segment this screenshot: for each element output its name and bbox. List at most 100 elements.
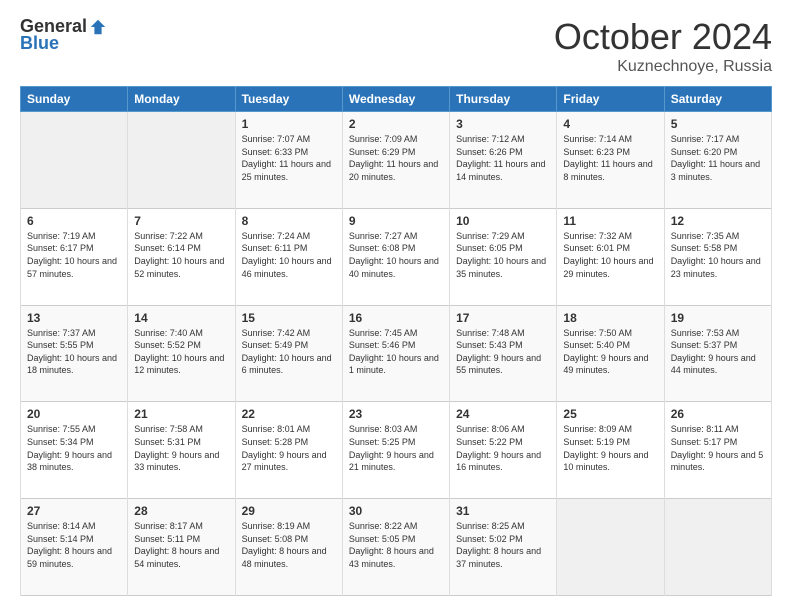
day-info: Sunrise: 8:09 AM Sunset: 5:19 PM Dayligh… — [563, 423, 657, 473]
calendar-cell: 5Sunrise: 7:17 AM Sunset: 6:20 PM Daylig… — [664, 112, 771, 209]
calendar-week-row: 27 Sunrise: 8:14 AM Sunset: 5:14 PM Dayli… — [21, 499, 772, 596]
day-info: Sunrise: 7:14 AM Sunset: 6:23 PM Dayligh… — [563, 133, 657, 183]
calendar-week-row: 20Sunrise: 7:55 AM Sunset: 5:34 PM Dayli… — [21, 402, 772, 499]
day-number: 15 — [242, 311, 336, 325]
day-number: 5 — [671, 117, 765, 131]
day-number: 6 — [27, 214, 121, 228]
day-info: Sunrise: 8:22 AM Sunset: 5:05 PM Dayligh… — [349, 520, 443, 570]
day-number: 10 — [456, 214, 550, 228]
column-header-friday: Friday — [557, 87, 664, 112]
calendar-cell: 30 Sunrise: 8:22 AM Sunset: 5:05 PM Dayli… — [342, 499, 449, 596]
day-number: 17 — [456, 311, 550, 325]
day-info: Sunrise: 8:25 AM Sunset: 5:02 PM Dayligh… — [456, 520, 550, 570]
calendar-cell: 17 Sunrise: 7:48 AM Sunset: 5:43 PM Dayli… — [450, 305, 557, 402]
calendar-cell — [557, 499, 664, 596]
day-number: 28 — [134, 504, 228, 518]
day-number: 26 — [671, 407, 765, 421]
day-number: 7 — [134, 214, 228, 228]
day-info: Sunrise: 7:27 AM Sunset: 6:08 PM Dayligh… — [349, 230, 443, 280]
day-info: Sunrise: 8:01 AM Sunset: 5:28 PM Dayligh… — [242, 423, 336, 473]
calendar-cell: 31 Sunrise: 8:25 AM Sunset: 5:02 PM Dayli… — [450, 499, 557, 596]
calendar-cell: 12 Sunrise: 7:35 AM Sunset: 5:58 PM Dayli… — [664, 208, 771, 305]
day-number: 4 — [563, 117, 657, 131]
day-info: Sunrise: 7:55 AM Sunset: 5:34 PM Dayligh… — [27, 423, 121, 473]
column-header-tuesday: Tuesday — [235, 87, 342, 112]
logo-blue: Blue — [20, 33, 59, 54]
day-info: Sunrise: 7:29 AM Sunset: 6:05 PM Dayligh… — [456, 230, 550, 280]
day-number: 2 — [349, 117, 443, 131]
day-number: 18 — [563, 311, 657, 325]
calendar-cell: 10 Sunrise: 7:29 AM Sunset: 6:05 PM Dayli… — [450, 208, 557, 305]
calendar-cell: 8Sunrise: 7:24 AM Sunset: 6:11 PM Daylig… — [235, 208, 342, 305]
column-header-wednesday: Wednesday — [342, 87, 449, 112]
calendar-cell: 9 Sunrise: 7:27 AM Sunset: 6:08 PM Daylig… — [342, 208, 449, 305]
logo-icon — [89, 18, 107, 36]
column-header-thursday: Thursday — [450, 87, 557, 112]
calendar-cell: 27 Sunrise: 8:14 AM Sunset: 5:14 PM Dayli… — [21, 499, 128, 596]
day-info: Sunrise: 7:58 AM Sunset: 5:31 PM Dayligh… — [134, 423, 228, 473]
day-number: 12 — [671, 214, 765, 228]
day-number: 8 — [242, 214, 336, 228]
day-info: Sunrise: 7:53 AM Sunset: 5:37 PM Dayligh… — [671, 327, 765, 377]
day-info: Sunrise: 8:03 AM Sunset: 5:25 PM Dayligh… — [349, 423, 443, 473]
day-info: Sunrise: 7:37 AM Sunset: 5:55 PM Dayligh… — [27, 327, 121, 377]
day-info: Sunrise: 8:17 AM Sunset: 5:11 PM Dayligh… — [134, 520, 228, 570]
day-number: 22 — [242, 407, 336, 421]
day-number: 24 — [456, 407, 550, 421]
day-info: Sunrise: 7:19 AM Sunset: 6:17 PM Dayligh… — [27, 230, 121, 280]
logo: General Blue — [20, 16, 107, 54]
day-info: Sunrise: 7:22 AM Sunset: 6:14 PM Dayligh… — [134, 230, 228, 280]
day-number: 30 — [349, 504, 443, 518]
day-info: Sunrise: 8:14 AM Sunset: 5:14 PM Dayligh… — [27, 520, 121, 570]
calendar-header-row: SundayMondayTuesdayWednesdayThursdayFrid… — [21, 87, 772, 112]
calendar-page: General Blue October 2024 Kuznechnoye, R… — [0, 0, 792, 612]
day-number: 29 — [242, 504, 336, 518]
day-number: 31 — [456, 504, 550, 518]
day-info: Sunrise: 7:45 AM Sunset: 5:46 PM Dayligh… — [349, 327, 443, 377]
calendar-cell: 13 Sunrise: 7:37 AM Sunset: 5:55 PM Dayli… — [21, 305, 128, 402]
day-number: 23 — [349, 407, 443, 421]
column-header-sunday: Sunday — [21, 87, 128, 112]
calendar-cell: 2 Sunrise: 7:09 AM Sunset: 6:29 PM Daylig… — [342, 112, 449, 209]
calendar-cell: 15 Sunrise: 7:42 AM Sunset: 5:49 PM Dayli… — [235, 305, 342, 402]
calendar-cell: 7 Sunrise: 7:22 AM Sunset: 6:14 PM Daylig… — [128, 208, 235, 305]
calendar-cell: 18 Sunrise: 7:50 AM Sunset: 5:40 PM Dayli… — [557, 305, 664, 402]
calendar-cell: 25Sunrise: 8:09 AM Sunset: 5:19 PM Dayli… — [557, 402, 664, 499]
calendar-cell: 26Sunrise: 8:11 AM Sunset: 5:17 PM Dayli… — [664, 402, 771, 499]
day-info: Sunrise: 8:06 AM Sunset: 5:22 PM Dayligh… — [456, 423, 550, 473]
day-number: 19 — [671, 311, 765, 325]
calendar-cell: 6 Sunrise: 7:19 AM Sunset: 6:17 PM Daylig… — [21, 208, 128, 305]
day-number: 1 — [242, 117, 336, 131]
calendar-week-row: 1 Sunrise: 7:07 AM Sunset: 6:33 PM Daylig… — [21, 112, 772, 209]
calendar-cell: 20Sunrise: 7:55 AM Sunset: 5:34 PM Dayli… — [21, 402, 128, 499]
column-header-monday: Monday — [128, 87, 235, 112]
calendar-cell: 22 Sunrise: 8:01 AM Sunset: 5:28 PM Dayli… — [235, 402, 342, 499]
day-info: Sunrise: 7:09 AM Sunset: 6:29 PM Dayligh… — [349, 133, 443, 183]
day-number: 21 — [134, 407, 228, 421]
day-info: Sunrise: 7:50 AM Sunset: 5:40 PM Dayligh… — [563, 327, 657, 377]
day-number: 3 — [456, 117, 550, 131]
calendar-week-row: 6 Sunrise: 7:19 AM Sunset: 6:17 PM Daylig… — [21, 208, 772, 305]
day-info: Sunrise: 7:12 AM Sunset: 6:26 PM Dayligh… — [456, 133, 550, 183]
day-number: 27 — [27, 504, 121, 518]
calendar-cell — [21, 112, 128, 209]
day-number: 14 — [134, 311, 228, 325]
day-info: Sunrise: 7:42 AM Sunset: 5:49 PM Dayligh… — [242, 327, 336, 377]
month-title: October 2024 — [554, 16, 772, 58]
day-info: Sunrise: 7:35 AM Sunset: 5:58 PM Dayligh… — [671, 230, 765, 280]
day-number: 13 — [27, 311, 121, 325]
day-info: Sunrise: 8:19 AM Sunset: 5:08 PM Dayligh… — [242, 520, 336, 570]
day-info: Sunrise: 7:07 AM Sunset: 6:33 PM Dayligh… — [242, 133, 336, 183]
day-number: 11 — [563, 214, 657, 228]
day-info: Sunrise: 7:48 AM Sunset: 5:43 PM Dayligh… — [456, 327, 550, 377]
calendar-cell: 29 Sunrise: 8:19 AM Sunset: 5:08 PM Dayli… — [235, 499, 342, 596]
day-info: Sunrise: 7:40 AM Sunset: 5:52 PM Dayligh… — [134, 327, 228, 377]
header: General Blue October 2024 Kuznechnoye, R… — [20, 16, 772, 76]
day-number: 9 — [349, 214, 443, 228]
calendar-cell: 28 Sunrise: 8:17 AM Sunset: 5:11 PM Dayli… — [128, 499, 235, 596]
day-info: Sunrise: 7:32 AM Sunset: 6:01 PM Dayligh… — [563, 230, 657, 280]
calendar-cell: 1 Sunrise: 7:07 AM Sunset: 6:33 PM Daylig… — [235, 112, 342, 209]
calendar-week-row: 13 Sunrise: 7:37 AM Sunset: 5:55 PM Dayli… — [21, 305, 772, 402]
calendar-cell: 4 Sunrise: 7:14 AM Sunset: 6:23 PM Daylig… — [557, 112, 664, 209]
calendar-cell: 19 Sunrise: 7:53 AM Sunset: 5:37 PM Dayli… — [664, 305, 771, 402]
